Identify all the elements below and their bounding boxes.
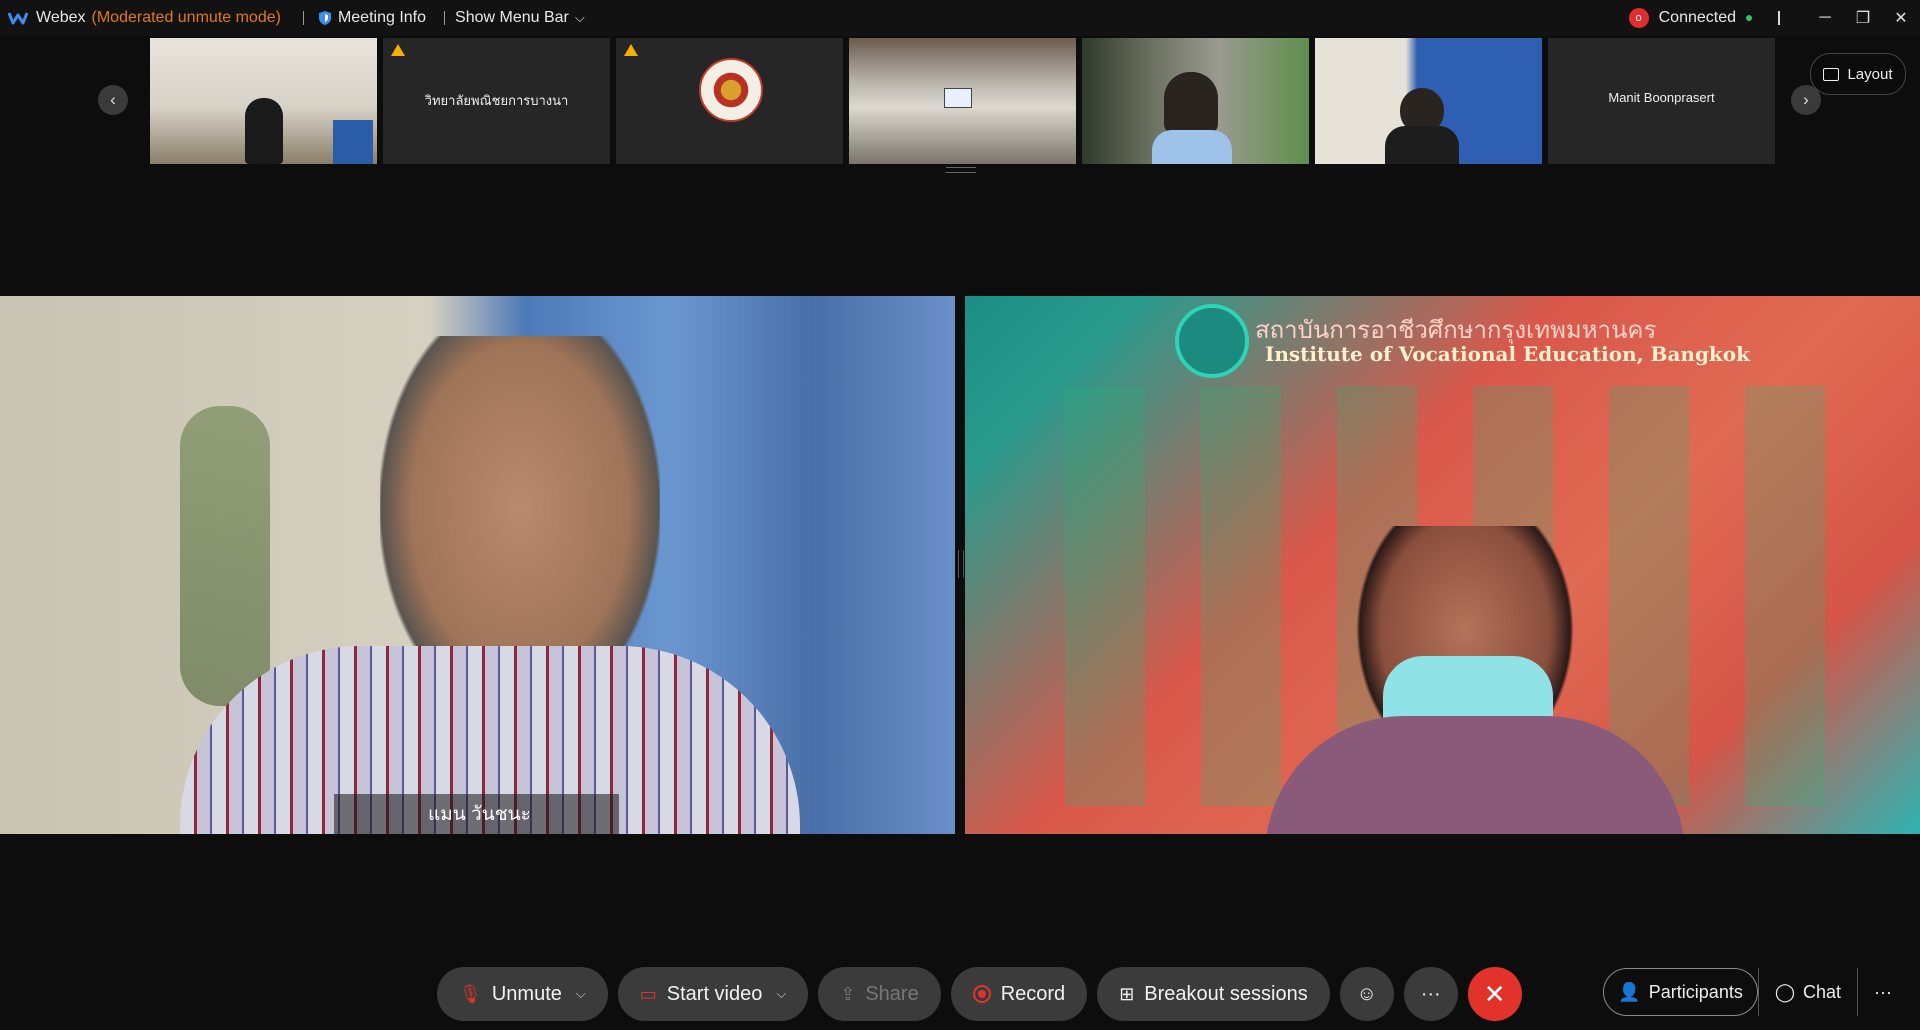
share-label: Share: [865, 982, 919, 1005]
breakout-icon: ⊞: [1119, 983, 1135, 1004]
chat-bubble-icon: ◯: [1774, 981, 1795, 1002]
participant-thumbnail[interactable]: Manit Boonprasert: [1548, 38, 1775, 164]
record-label: Record: [1000, 982, 1066, 1005]
participants-button[interactable]: 👤 Participants: [1603, 968, 1758, 1016]
close-icon: ✕: [1483, 978, 1506, 1009]
participant-strip: วิทยาลัยพณิชยการบางนา Manit Boonprasert: [150, 38, 1775, 164]
connection-indicator-icon: [1746, 15, 1752, 21]
video-tile-right[interactable]: สถาบันการอาชีวศึกษากรุงเทพมหานคร Institu…: [965, 296, 1920, 834]
participant-thumbnail[interactable]: [150, 38, 377, 164]
participant-thumbnail[interactable]: วิทยาลัยพณิชยการบางนา: [383, 38, 610, 164]
close-window-button[interactable]: ✕: [1882, 0, 1920, 36]
resize-handle[interactable]: [946, 167, 976, 173]
more-options-button[interactable]: ···: [1403, 967, 1458, 1021]
unmute-button[interactable]: 🎙 Unmute ⌵: [437, 967, 608, 1021]
share-button[interactable]: ⇪ Share: [818, 967, 941, 1021]
unmute-label: Unmute: [491, 982, 562, 1005]
warning-icon: [391, 44, 405, 56]
participant-thumbnail[interactable]: [616, 38, 843, 164]
start-video-button[interactable]: ▭ Start video ⌵: [617, 967, 809, 1021]
chat-button[interactable]: ◯ Chat: [1757, 968, 1857, 1016]
institute-logo: [1175, 304, 1249, 378]
strip-prev-button[interactable]: ‹: [98, 85, 128, 115]
seal-logo: [699, 58, 763, 122]
video-tile-left[interactable]: แมน วันชนะ: [0, 296, 955, 834]
divider: [1778, 11, 1780, 25]
start-video-label: Start video: [666, 982, 763, 1005]
participant-thumbnail[interactable]: [849, 38, 1076, 164]
participant-video: [1164, 72, 1218, 134]
smiley-icon: ☺: [1356, 982, 1377, 1005]
chevron-down-icon[interactable]: ⌵: [776, 986, 786, 1002]
speaker-name-label: แมน วันชนะ: [334, 794, 619, 834]
participant-name: วิทยาลัยพณิชยการบางนา: [424, 93, 569, 108]
restore-button[interactable]: ❐: [1844, 0, 1882, 36]
breakout-sessions-button[interactable]: ⊞ Breakout sessions: [1097, 967, 1330, 1021]
shield-icon: [318, 11, 331, 25]
share-icon: ⇪: [840, 983, 856, 1004]
panel-controls: 👤 Participants ◯ Chat ···: [1603, 967, 1908, 1017]
chevron-down-icon: ⌵: [574, 10, 585, 25]
person-icon: 👤: [1618, 981, 1641, 1002]
warning-icon: [624, 44, 638, 56]
participant-video: [245, 98, 283, 164]
participant-video: [944, 88, 972, 108]
participant-name: Manit Boonprasert: [1608, 90, 1715, 105]
connection-status: Connected: [1658, 9, 1736, 26]
banner-title-english: Institute of Vocational Education, Bangk…: [1265, 342, 1750, 366]
microphone-muted-icon: 🎙: [459, 983, 482, 1004]
show-menu-bar-button[interactable]: Show Menu Bar ⌵: [455, 9, 585, 27]
ellipsis-icon: ···: [1874, 981, 1892, 1002]
title-bar: Webex (Moderated unmute mode) Meeting In…: [0, 0, 1920, 36]
meeting-info-button[interactable]: Meeting Info: [338, 9, 426, 27]
participant-thumbnail[interactable]: [1082, 38, 1309, 164]
chevron-down-icon[interactable]: ⌵: [576, 986, 586, 1002]
recording-status-icon: o: [1628, 8, 1649, 28]
meeting-mode-label: (Moderated unmute mode): [91, 9, 281, 26]
end-meeting-button[interactable]: ✕: [1467, 967, 1522, 1021]
ellipsis-icon: ···: [1420, 982, 1441, 1005]
video-off-icon: ▭: [639, 983, 657, 1004]
split-handle[interactable]: [958, 550, 964, 578]
panel-more-button[interactable]: ···: [1857, 968, 1908, 1016]
participants-label: Participants: [1648, 981, 1743, 1002]
show-menu-bar-label: Show Menu Bar: [455, 9, 569, 26]
layout-label: Layout: [1847, 65, 1893, 83]
meeting-controls: 🎙 Unmute ⌵ ▭ Start video ⌵ ⇪ Share Recor…: [437, 967, 1522, 1021]
breakout-label: Breakout sessions: [1144, 982, 1308, 1005]
minimize-button[interactable]: ─: [1806, 0, 1844, 36]
participant-thumbnail[interactable]: [1315, 38, 1542, 164]
layout-button[interactable]: Layout: [1810, 53, 1906, 95]
app-name: Webex: [36, 9, 86, 26]
chat-label: Chat: [1802, 981, 1842, 1002]
reactions-button[interactable]: ☺: [1339, 967, 1394, 1021]
speaker-name: แมน วันชนะ: [428, 804, 531, 825]
webex-logo-icon: [8, 12, 28, 25]
layout-icon: [1823, 67, 1840, 81]
record-button[interactable]: Record: [950, 967, 1088, 1021]
record-icon: [972, 985, 991, 1003]
